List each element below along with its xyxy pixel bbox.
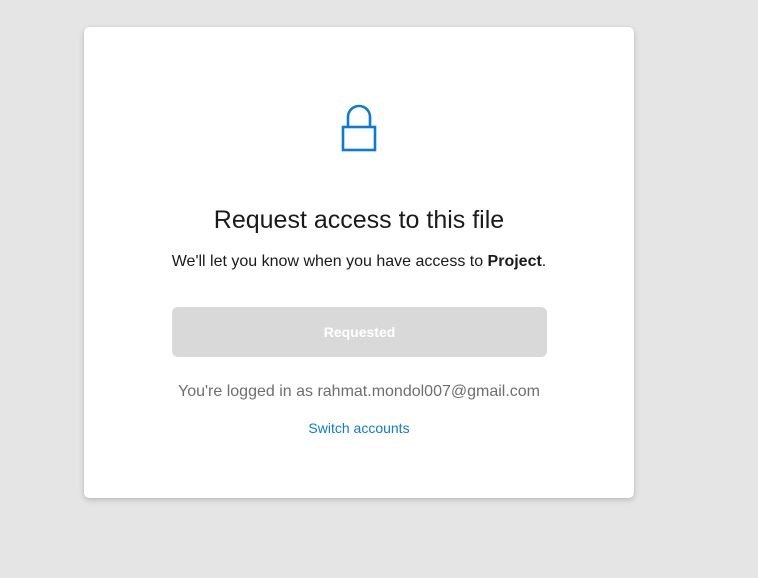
logged-in-text: You're logged in as rahmat.mondol007@gma…	[177, 383, 541, 400]
lock-icon	[341, 104, 377, 152]
switch-accounts-link[interactable]: Switch accounts	[308, 420, 409, 436]
file-name: Project	[487, 253, 542, 270]
access-notice-suffix: .	[541, 253, 547, 270]
switch-accounts-container: Switch accounts	[84, 418, 634, 438]
access-notice-prefix: We'll let you know when you have access …	[171, 253, 488, 270]
request-access-card: Request access to this file We'll let yo…	[84, 27, 634, 498]
access-notice: We'll let you know when you have access …	[84, 251, 634, 273]
requested-button[interactable]: Requested	[172, 307, 547, 357]
page-title: Request access to this file	[213, 206, 505, 234]
